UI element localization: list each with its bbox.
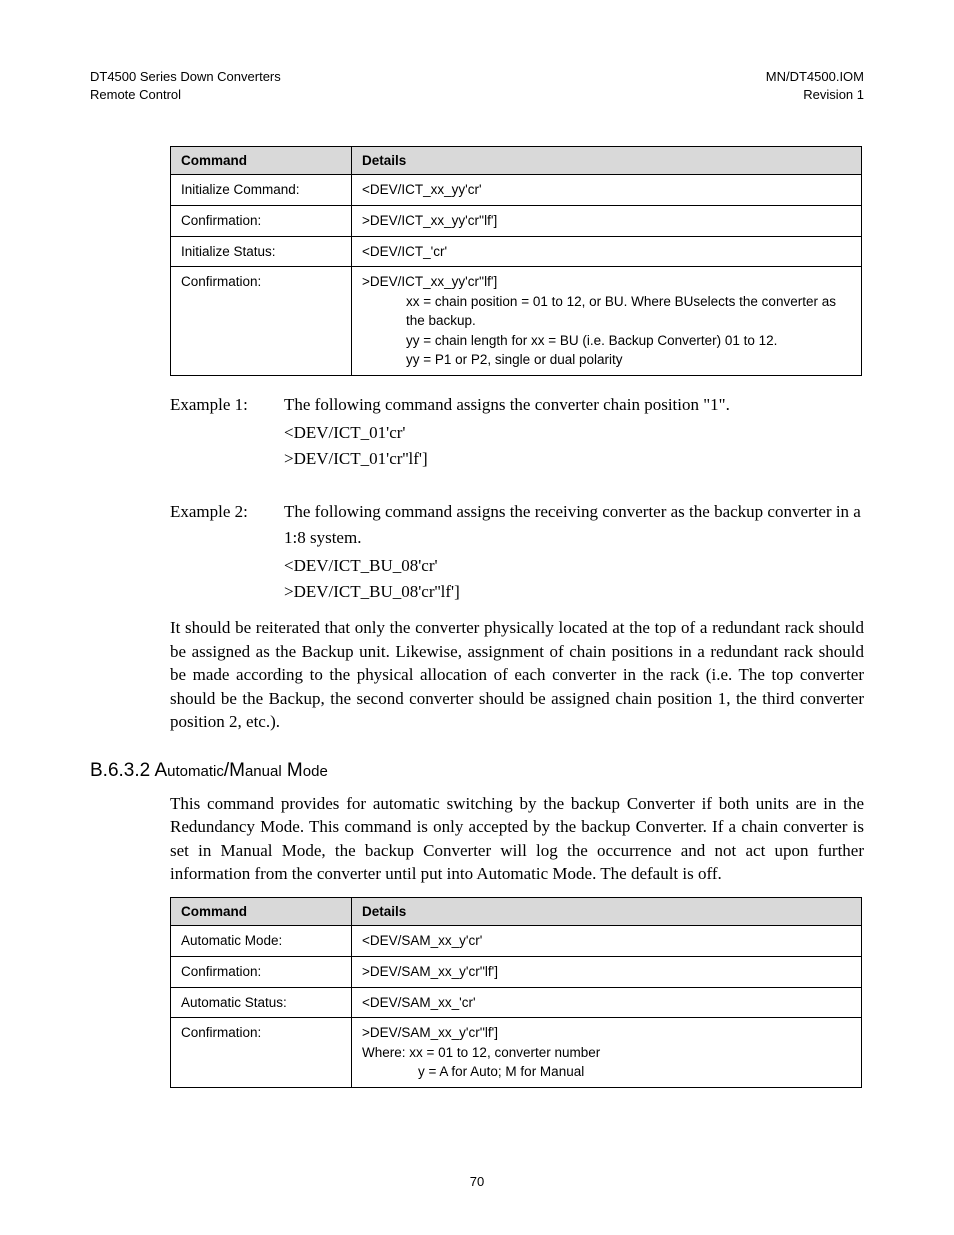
section-title-part: A [154, 760, 167, 781]
detail-line: y = A for Auto; M for Manual [362, 1062, 584, 1082]
detail-line: Where: xx = 01 to 12, converter number [362, 1045, 600, 1060]
cmd-label: Confirmation: [171, 267, 352, 376]
section-title-part: anual [245, 763, 282, 780]
col-header-details: Details [352, 147, 862, 175]
section-title-part: utomatic [167, 763, 224, 780]
header-left: DT4500 Series Down Converters Remote Con… [90, 68, 281, 104]
section-number: B.6.3.2 [90, 760, 150, 781]
cmd-label: Confirmation: [171, 957, 352, 988]
cmd-detail: <DEV/ICT_xx_yy'cr' [352, 175, 862, 206]
cmd-detail: >DEV/ICT_xx_yy'cr''lf'] [352, 205, 862, 236]
cmd-label: Automatic Mode: [171, 926, 352, 957]
table-row: Confirmation: >DEV/ICT_xx_yy'cr''lf'] [171, 205, 862, 236]
detail-line: >DEV/ICT_xx_yy'cr''lf'] [362, 274, 497, 289]
col-header-details: Details [352, 898, 862, 926]
cmd-label: Confirmation: [171, 205, 352, 236]
example-text: The following command assigns the receiv… [284, 499, 864, 550]
table-row: Automatic Mode: <DEV/SAM_xx_y'cr' [171, 926, 862, 957]
example-code-line: <DEV/ICT_01'cr' [90, 423, 864, 443]
page-header: DT4500 Series Down Converters Remote Con… [90, 68, 864, 104]
detail-line: xx = chain position = 01 to 12, or BU. W… [362, 292, 851, 331]
header-left-line2: Remote Control [90, 86, 281, 104]
example-text: The following command assigns the conver… [284, 392, 864, 418]
cmd-detail: >DEV/ICT_xx_yy'cr''lf'] xx = chain posit… [352, 267, 862, 376]
col-header-command: Command [171, 147, 352, 175]
cmd-detail: <DEV/SAM_xx_'cr' [352, 987, 862, 1018]
header-left-line1: DT4500 Series Down Converters [90, 68, 281, 86]
example-code-line: >DEV/ICT_BU_08'cr''lf'] [90, 582, 864, 602]
table-row: Confirmation: >DEV/SAM_xx_y'cr''lf'] Whe… [171, 1018, 862, 1088]
section-heading: B.6.3.2 Automatic/Manual Mode [90, 760, 864, 782]
table-header-row: Command Details [171, 898, 862, 926]
cmd-label: Confirmation: [171, 1018, 352, 1088]
cmd-detail: >DEV/SAM_xx_y'cr''lf'] [352, 957, 862, 988]
table-row: Confirmation: >DEV/SAM_xx_y'cr''lf'] [171, 957, 862, 988]
command-table-ict: Command Details Initialize Command: <DEV… [170, 146, 862, 376]
cmd-detail: <DEV/ICT_'cr' [352, 236, 862, 267]
detail-line: yy = chain length for xx = BU (i.e. Back… [362, 331, 851, 351]
table-row: Automatic Status: <DEV/SAM_xx_'cr' [171, 987, 862, 1018]
cmd-detail: >DEV/SAM_xx_y'cr''lf'] Where: xx = 01 to… [352, 1018, 862, 1088]
table-row: Confirmation: >DEV/ICT_xx_yy'cr''lf'] xx… [171, 267, 862, 376]
detail-line: yy = P1 or P2, single or dual polarity [362, 350, 851, 370]
command-table-sam: Command Details Automatic Mode: <DEV/SAM… [170, 897, 862, 1087]
cmd-label: Initialize Status: [171, 236, 352, 267]
example-code-line: <DEV/ICT_BU_08'cr' [90, 556, 864, 576]
section-title-part: M [282, 760, 303, 781]
header-right: MN/DT4500.IOM Revision 1 [766, 68, 864, 104]
example-code-line: >DEV/ICT_01'cr''lf'] [90, 449, 864, 469]
cmd-label: Initialize Command: [171, 175, 352, 206]
table-header-row: Command Details [171, 147, 862, 175]
example-2: Example 2: The following command assigns… [90, 499, 864, 550]
header-right-line2: Revision 1 [766, 86, 864, 104]
cmd-label: Automatic Status: [171, 987, 352, 1018]
table-row: Initialize Status: <DEV/ICT_'cr' [171, 236, 862, 267]
detail-line: >DEV/SAM_xx_y'cr''lf'] [362, 1025, 498, 1040]
example-1: Example 1: The following command assigns… [90, 392, 864, 418]
table-row: Initialize Command: <DEV/ICT_xx_yy'cr' [171, 175, 862, 206]
example-label: Example 2: [170, 499, 284, 550]
body-paragraph: This command provides for automatic swit… [90, 792, 864, 886]
section-title-part: /M [224, 760, 245, 781]
header-right-line1: MN/DT4500.IOM [766, 68, 864, 86]
cmd-detail: <DEV/SAM_xx_y'cr' [352, 926, 862, 957]
section-title-part: ode [303, 763, 328, 780]
page-number: 70 [90, 1174, 864, 1189]
body-paragraph: It should be reiterated that only the co… [90, 616, 864, 733]
example-label: Example 1: [170, 392, 284, 418]
col-header-command: Command [171, 898, 352, 926]
